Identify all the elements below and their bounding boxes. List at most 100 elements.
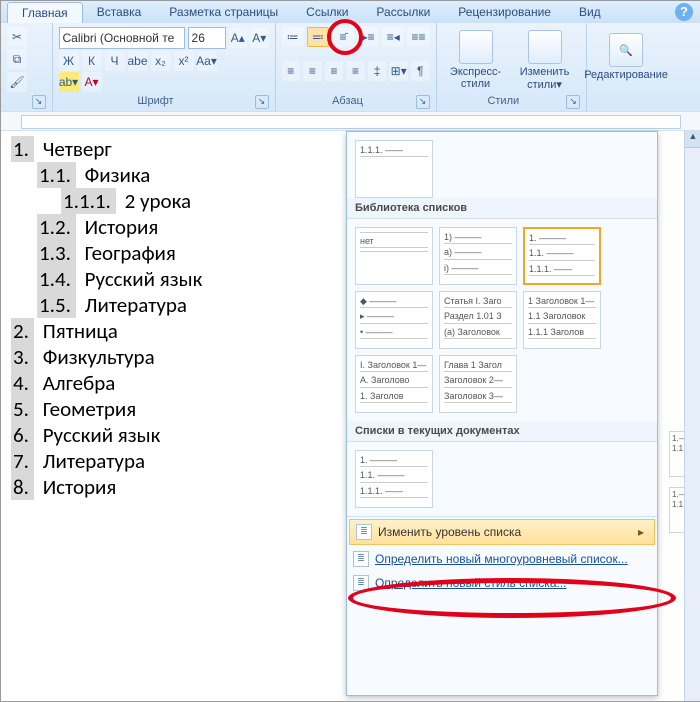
ruler[interactable] — [1, 111, 700, 131]
group-title-editing — [593, 108, 694, 109]
tab-review[interactable]: Рецензирование — [444, 2, 565, 22]
list-item[interactable]: 7. Литература — [11, 448, 346, 474]
list-item[interactable]: 1.2. История — [37, 214, 346, 240]
list-style-thumb[interactable]: нет — [355, 227, 433, 285]
gallery-heading-library: Библиотека списков — [347, 198, 657, 219]
tab-references[interactable]: Ссылки — [292, 2, 362, 22]
list-item[interactable]: 6. Русский язык — [11, 422, 346, 448]
underline-button[interactable]: Ч — [105, 51, 125, 71]
bullets-button[interactable]: ≔ — [282, 27, 304, 47]
change-case-button[interactable]: Aa▾ — [197, 51, 217, 71]
dialog-launcher-icon[interactable]: ↘ — [32, 95, 46, 109]
group-title-font: Шрифт↘ — [59, 94, 269, 109]
shrink-font-icon[interactable]: A▾ — [250, 28, 269, 48]
highlight-button[interactable]: ab▾ — [59, 72, 79, 92]
superscript-button[interactable]: x² — [174, 51, 194, 71]
tab-mailings[interactable]: Рассылки — [362, 2, 444, 22]
list-text: Четверг — [38, 136, 112, 162]
strike-button[interactable]: abe — [128, 51, 148, 71]
list-item[interactable]: 1.1. Физика — [37, 162, 346, 188]
quick-styles-button[interactable]: Экспресс-стили — [443, 27, 509, 93]
shading-button[interactable]: ⊞▾ — [389, 61, 408, 81]
list-item[interactable]: 2. Пятница — [11, 318, 346, 344]
list-style-thumb[interactable]: I. Заголовок 1—A. Заголово1. Заголов — [355, 355, 433, 413]
list-number: 5. — [11, 396, 34, 422]
list-text: Русский язык — [38, 422, 160, 448]
decrease-indent-button[interactable]: ▸≡ — [357, 27, 379, 47]
list-text: Литература — [80, 292, 187, 318]
current-docs-grid: 1. ———1.1. ———1.1.1. —— — [347, 442, 657, 516]
current-list-thumb[interactable]: 1.1.1. —— — [355, 140, 433, 198]
list-text: Русский язык — [80, 266, 202, 292]
italic-button[interactable]: К — [82, 51, 102, 71]
list-number: 1.2. — [37, 214, 76, 240]
vertical-scrollbar[interactable]: ▲ — [684, 131, 700, 701]
list-number: 8. — [11, 474, 34, 500]
font-size-select[interactable] — [188, 27, 226, 49]
dialog-launcher-icon[interactable]: ↘ — [566, 95, 580, 109]
group-title-paragraph: Абзац↘ — [282, 94, 430, 109]
list-item[interactable]: 1.4. Русский язык — [37, 266, 346, 292]
list-item[interactable]: 1.3. География — [37, 240, 346, 266]
copy-icon[interactable]: ⧉ — [7, 49, 27, 69]
multilevel-list-button[interactable]: ≡̄ — [332, 27, 354, 47]
bold-button[interactable]: Ж — [59, 51, 79, 71]
justify-button[interactable]: ≡ — [346, 61, 365, 81]
list-item[interactable]: 8. История — [11, 474, 346, 500]
list-number: 3. — [11, 344, 34, 370]
font-name-select[interactable] — [59, 27, 185, 49]
list-item[interactable]: 5. Геометрия — [11, 396, 346, 422]
list-style-thumb[interactable]: 1. ———1.1. ———1.1.1. —— — [523, 227, 601, 285]
list-style-thumb[interactable]: 1. ———1.1. ———1.1.1. —— — [355, 450, 433, 508]
menu-define-list-style[interactable]: ≣Определить новый стиль списка... — [347, 571, 657, 595]
menu-define-multilevel-list[interactable]: ≣Определить новый многоуровневый список.… — [347, 547, 657, 571]
menu-change-list-level[interactable]: ≣Изменить уровень списка — [349, 519, 655, 545]
tab-view[interactable]: Вид — [565, 2, 615, 22]
cut-icon[interactable]: ✂ — [7, 27, 27, 47]
group-title-styles: Стили↘ — [443, 94, 581, 109]
list-text: Физика — [80, 162, 150, 188]
list-item[interactable]: 4. Алгебра — [11, 370, 346, 396]
change-styles-button[interactable]: Изменить стили▾ — [512, 27, 578, 93]
list-style-thumb[interactable]: Статья I. ЗагоРаздел 1.01 З(a) Заголовок — [439, 291, 517, 349]
list-style-thumb[interactable]: Глава 1 ЗаголЗаголовок 2—Заголовок 3— — [439, 355, 517, 413]
tab-insert[interactable]: Вставка — [83, 2, 156, 22]
list-number: 1. — [11, 136, 34, 162]
numbering-button[interactable]: ≕ — [307, 27, 329, 47]
document-body[interactable]: 1. Четверг1.1. Физика1.1.1. 2 урока1.2. … — [11, 136, 346, 696]
list-style-thumb[interactable]: 1) ———a) ———i) ——— — [439, 227, 517, 285]
list-number: 1.1. — [37, 162, 76, 188]
grow-font-icon[interactable]: A▴ — [229, 28, 248, 48]
line-spacing-button[interactable]: ‡ — [368, 61, 387, 81]
tab-home[interactable]: Главная — [7, 2, 83, 24]
subscript-button[interactable]: x₂ — [151, 51, 171, 71]
sort-button[interactable]: ≡≡ — [407, 27, 429, 47]
list-level-icon: ≣ — [356, 524, 372, 540]
tab-layout[interactable]: Разметка страницы — [155, 2, 292, 22]
list-item[interactable]: 3. Физкультура — [11, 344, 346, 370]
dialog-launcher-icon[interactable]: ↘ — [255, 95, 269, 109]
font-color-button[interactable]: A▾ — [82, 72, 102, 92]
format-painter-icon[interactable]: 🖌 — [7, 72, 27, 92]
list-text: История — [38, 474, 116, 500]
list-number: 6. — [11, 422, 34, 448]
dialog-launcher-icon[interactable]: ↘ — [416, 95, 430, 109]
list-number: 1.3. — [37, 240, 76, 266]
list-text: Физкультура — [38, 344, 155, 370]
align-left-button[interactable]: ≡ — [282, 61, 301, 81]
list-define-icon: ≣ — [353, 551, 369, 567]
list-item[interactable]: 1.5. Литература — [37, 292, 346, 318]
list-item[interactable]: 1. Четверг — [11, 136, 346, 162]
align-right-button[interactable]: ≡ — [325, 61, 344, 81]
list-style-icon: ≣ — [353, 575, 369, 591]
show-marks-button[interactable]: ¶ — [411, 61, 430, 81]
list-number: 2. — [11, 318, 34, 344]
find-button[interactable]: 🔍Редактирование — [593, 24, 659, 90]
help-icon[interactable]: ? — [675, 3, 693, 21]
align-center-button[interactable]: ≡ — [303, 61, 322, 81]
list-style-thumb[interactable]: ◆ ———▸ ———• ——— — [355, 291, 433, 349]
list-item[interactable]: 1.1.1. 2 урока — [61, 188, 346, 214]
ribbon-tabs: Главная Вставка Разметка страницы Ссылки… — [1, 1, 700, 24]
increase-indent-button[interactable]: ≡◂ — [382, 27, 404, 47]
list-style-thumb[interactable]: 1 Заголовок 1—1.1 Заголовок1.1.1 Заголов — [523, 291, 601, 349]
